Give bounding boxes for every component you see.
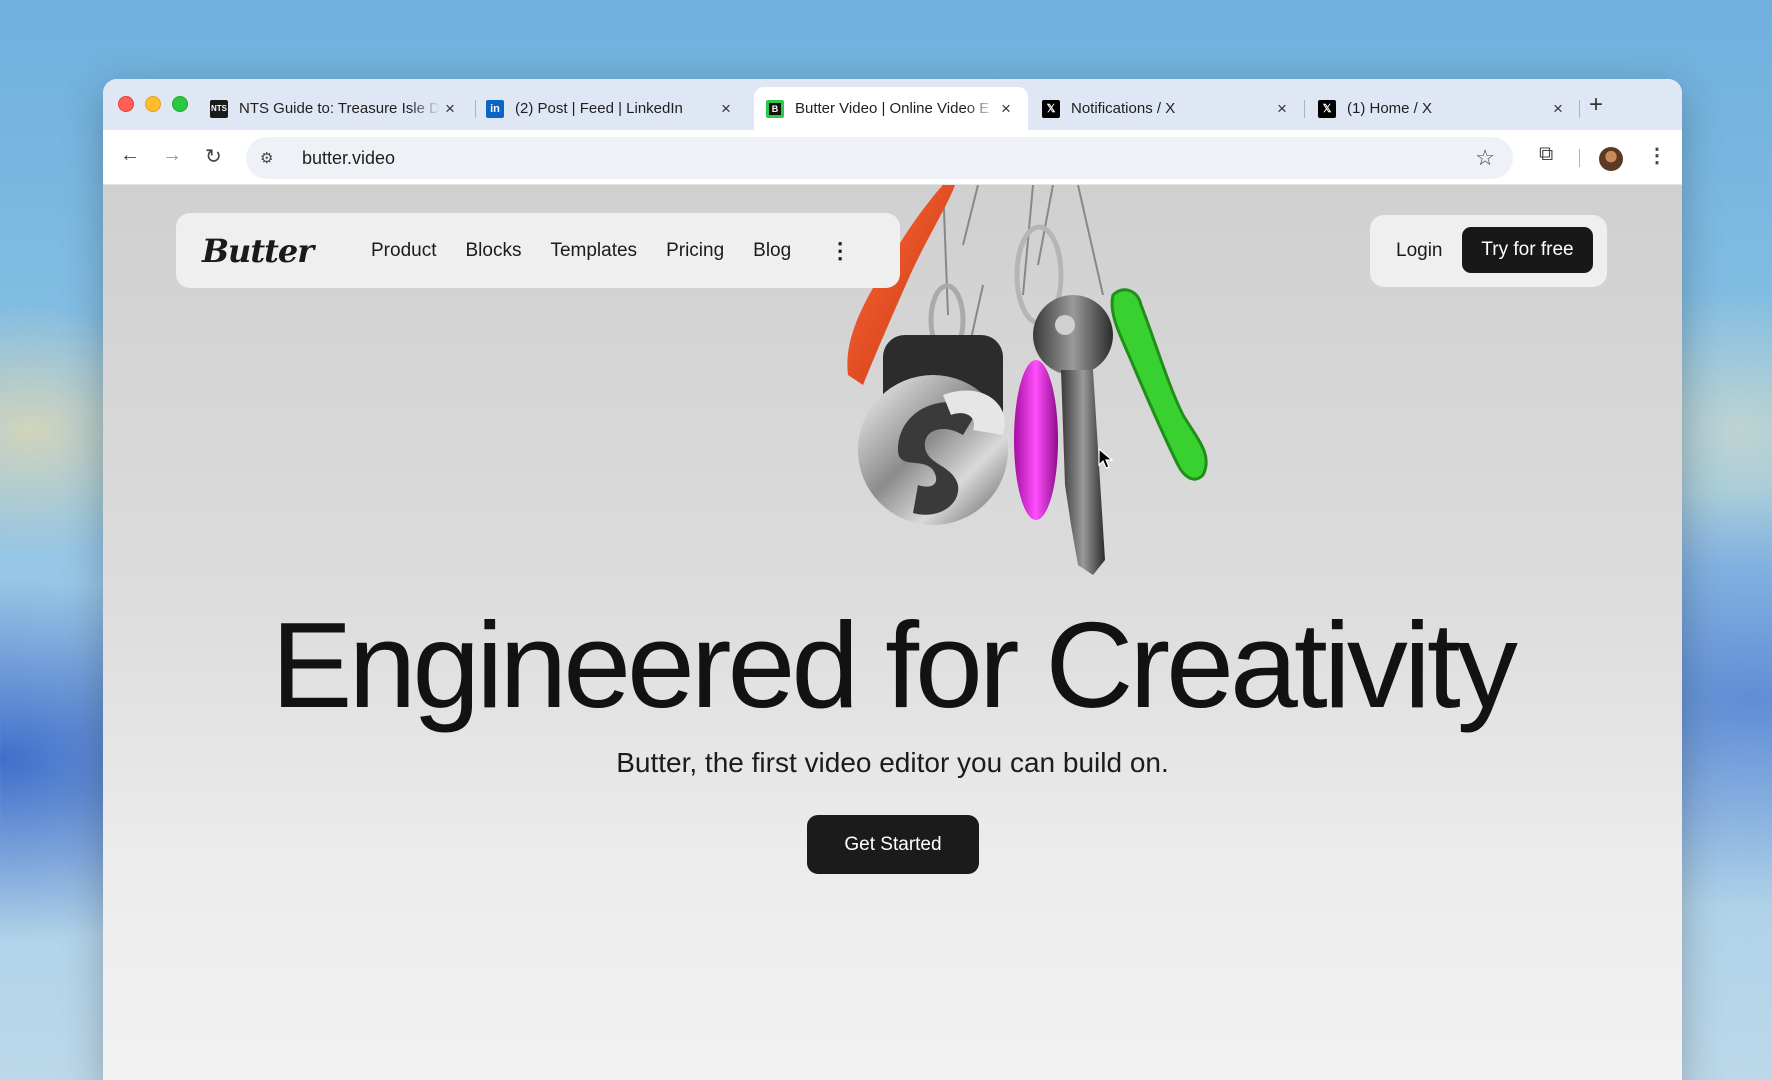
butter-logo[interactable]: Butter (202, 232, 342, 270)
nav-link-blocks[interactable]: Blocks (465, 240, 521, 262)
browser-window: NTS NTS Guide to: Treasure Isle D × in (… (103, 79, 1682, 1080)
butter-favicon-icon: B (766, 99, 784, 118)
minimize-window-button[interactable] (145, 96, 161, 112)
tab-x-home[interactable]: 𝕏 (1) Home / X × (1306, 87, 1580, 130)
get-started-button[interactable]: Get Started (807, 815, 979, 874)
chrome-logo-keychain (858, 375, 1008, 525)
tab-butter-active[interactable]: B Butter Video | Online Video E × (754, 87, 1028, 130)
linkedin-favicon-icon: in (486, 99, 504, 118)
tab-close-icon[interactable]: × (996, 99, 1016, 119)
tab-linkedin[interactable]: in (2) Post | Feed | LinkedIn × (474, 87, 748, 130)
tab-title: (2) Post | Feed | LinkedIn (515, 100, 683, 117)
tab-close-icon[interactable]: × (1272, 99, 1292, 119)
hero-subheadline: Butter, the first video editor you can b… (616, 747, 1169, 778)
magenta-keychain (1014, 360, 1058, 520)
extensions-puzzle-icon[interactable]: ⧉ (1539, 143, 1553, 166)
tab-strip: NTS NTS Guide to: Treasure Isle D × in (… (103, 79, 1682, 130)
forward-arrow-icon[interactable]: → (162, 144, 182, 167)
auth-actions: Login Try for free (1370, 215, 1607, 287)
nts-favicon-icon: NTS (210, 99, 228, 118)
new-tab-button[interactable]: + (1589, 91, 1603, 119)
green-keychain (1110, 288, 1208, 481)
tab-close-icon[interactable]: × (716, 99, 736, 119)
back-arrow-icon[interactable]: ← (120, 144, 140, 167)
tab-close-icon[interactable]: × (1548, 99, 1568, 119)
tab-divider (1304, 100, 1305, 118)
close-window-button[interactable] (118, 96, 134, 112)
tab-nts[interactable]: NTS NTS Guide to: Treasure Isle D × (198, 87, 472, 130)
mouse-cursor-icon (1098, 448, 1114, 469)
url-text[interactable]: butter.video (302, 148, 395, 169)
tab-title: Butter Video | Online Video E (795, 100, 990, 117)
x-favicon-icon: 𝕏 (1318, 99, 1336, 118)
login-link[interactable]: Login (1396, 240, 1443, 262)
tab-close-icon[interactable]: × (440, 99, 460, 119)
x-favicon-icon: 𝕏 (1042, 99, 1060, 118)
browser-menu-icon[interactable]: ⋮ (1647, 143, 1667, 168)
tab-x-notifications[interactable]: 𝕏 Notifications / X × (1030, 87, 1304, 130)
tab-divider (1579, 100, 1580, 118)
reload-icon[interactable]: ↻ (205, 144, 222, 169)
main-navigation: Butter Product Blocks Templates Pricing … (176, 213, 900, 288)
toolbar-divider (1579, 149, 1580, 167)
tab-title: NTS Guide to: Treasure Isle D (239, 100, 440, 117)
tab-title: (1) Home / X (1347, 100, 1433, 117)
window-controls (118, 96, 188, 112)
nav-link-blog[interactable]: Blog (753, 240, 791, 262)
bookmark-star-icon[interactable]: ☆ (1475, 145, 1495, 171)
address-bar[interactable]: ⚙ butter.video ☆ (246, 137, 1513, 179)
site-info-icon[interactable]: ⚙ (260, 149, 280, 167)
try-for-free-button[interactable]: Try for free (1462, 227, 1593, 273)
browser-toolbar: ← → ↻ ⚙ butter.video ☆ ⧉ ⋮ (103, 130, 1682, 185)
webpage: Butter Product Blocks Templates Pricing … (103, 185, 1682, 1080)
more-menu-icon[interactable]: ⋮ (829, 238, 851, 264)
nav-link-pricing[interactable]: Pricing (666, 240, 724, 262)
nav-link-templates[interactable]: Templates (550, 240, 637, 262)
tab-title: Notifications / X (1071, 100, 1176, 117)
profile-avatar[interactable] (1599, 147, 1623, 171)
nav-link-product[interactable]: Product (371, 240, 436, 262)
maximize-window-button[interactable] (172, 96, 188, 112)
hero-headline: Engineered for Creativity (271, 597, 1518, 733)
